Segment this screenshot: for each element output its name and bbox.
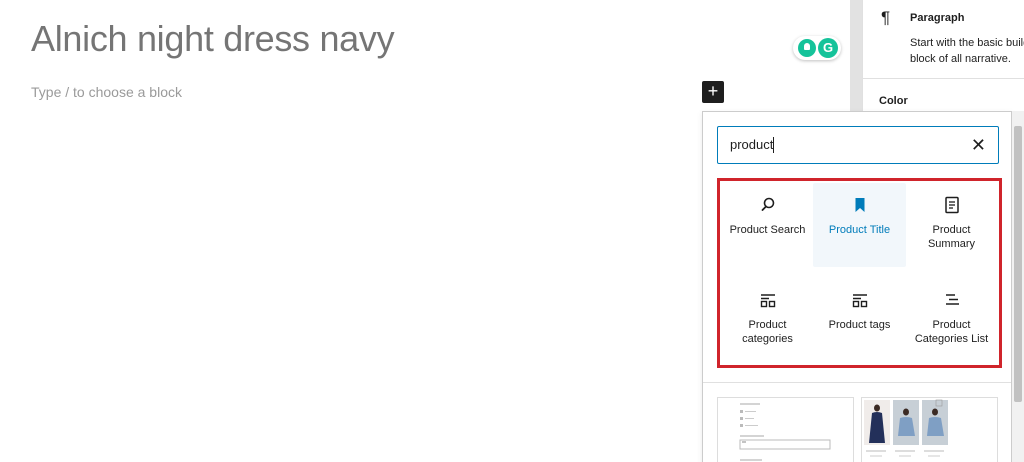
search-icon — [761, 197, 774, 211]
lightbulb-icon[interactable] — [798, 39, 816, 57]
list-icon — [945, 294, 959, 305]
block-item-label: Product Title — [828, 224, 891, 236]
block-inserter-popover: ✕ Product Search Product Title Product S… — [702, 111, 1012, 462]
block-item-product-tags[interactable]: Product tags — [813, 278, 906, 362]
scrollbar-thumb[interactable] — [1014, 126, 1022, 402]
pattern-preview-filters[interactable] — [717, 397, 854, 462]
filters-pattern-thumbnail — [739, 403, 831, 461]
block-search-field[interactable]: ✕ — [717, 126, 999, 164]
close-icon[interactable]: ✕ — [971, 135, 986, 155]
block-placeholder[interactable]: Type / to choose a block — [31, 84, 182, 100]
block-item-label: Product Search — [729, 224, 806, 236]
color-panel-toggle[interactable]: Color — [879, 95, 908, 107]
block-item-product-search[interactable]: Product Search — [721, 183, 814, 267]
bookmark-icon — [855, 198, 864, 212]
grammarly-widget[interactable]: G — [793, 36, 841, 60]
block-item-label: Product Categories List — [914, 319, 989, 345]
grammarly-logo-icon[interactable]: G — [818, 38, 838, 58]
text-cursor — [773, 137, 774, 153]
pattern-preview-products[interactable] — [861, 397, 998, 462]
block-item-product-categories[interactable]: Product categories — [721, 278, 814, 362]
paragraph-icon: ¶ — [881, 8, 891, 27]
post-title[interactable]: Alnich night dress navy — [31, 18, 395, 60]
block-inserter-toggle-button[interactable]: + — [702, 81, 724, 103]
search-results-highlight: Product Search Product Title Product Sum… — [717, 178, 1002, 368]
block-item-product-summary[interactable]: Product Summary — [905, 183, 998, 267]
block-item-label: Product categories — [742, 319, 793, 345]
document-icon — [944, 196, 959, 214]
block-item-label: Product tags — [828, 319, 891, 331]
tags-icon — [852, 294, 867, 308]
block-search-input[interactable] — [730, 137, 960, 152]
sidebar-divider — [863, 78, 1024, 79]
categories-icon — [760, 294, 775, 308]
block-item-product-title[interactable]: Product Title — [813, 183, 906, 267]
block-card-description: Start with the basic building block of a… — [910, 37, 1024, 65]
block-item-label: Product Summary — [927, 224, 976, 250]
block-item-product-categories-list[interactable]: Product Categories List — [905, 278, 998, 362]
block-card-title: Paragraph — [910, 12, 965, 24]
main-scrollbar[interactable] — [1012, 111, 1024, 462]
popover-divider — [703, 382, 1011, 383]
products-pattern-thumbnail — [862, 398, 997, 462]
